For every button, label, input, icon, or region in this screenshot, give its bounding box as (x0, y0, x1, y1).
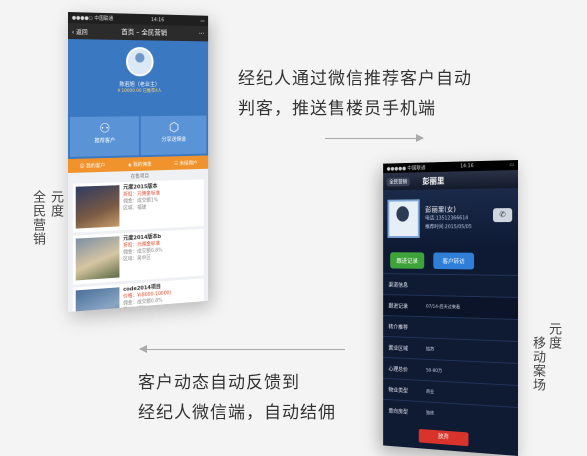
tab-unsettled[interactable]: ☷ 未结佣户 (163, 159, 208, 167)
right-side-label: 元度 (546, 322, 561, 350)
customer-transfer-button[interactable]: 客户转访 (433, 252, 474, 269)
status-time: 14:16 (151, 17, 164, 23)
carrier-signal: ●●●●○ 中国联通 (72, 14, 113, 22)
tag-icon: ⬡ (141, 121, 207, 135)
recommend-date: 推荐时间:2015/05/05 (425, 223, 472, 232)
follow-record-button[interactable]: 跟进记录 (390, 252, 424, 269)
battery-icon: ▭ (200, 18, 204, 24)
nav-bar: 全民营销 彭丽里 (383, 170, 518, 190)
profile-header: 陈若旭（老业主） ¥ 10000.00 已推荐4人 (68, 39, 208, 117)
recommend-customer-button[interactable]: ⚇ 推荐客户 (70, 116, 139, 157)
abandon-button[interactable]: 放弃 (419, 429, 469, 446)
right-arrow-icon (325, 138, 423, 139)
back-button[interactable]: 全民营销 (387, 177, 410, 186)
share-commission-button[interactable]: ⬡ 分享送佣金 (141, 116, 207, 156)
left-side-label: 元度 (48, 190, 63, 218)
users-icon: ⚇ (70, 122, 139, 137)
project-thumbnail (76, 185, 120, 228)
left-phone-screenshot: ●●●●○ 中国联通 14:16 ▭ ‹ 返回 首页 – 全民营销 ··· 陈若… (68, 12, 208, 312)
tab-my-customers[interactable]: ☺ 我的客户 (68, 161, 116, 169)
right-phone-screenshot: ●●●●● 中国联通 14:16 ▭ 全民营销 彭丽里 彭丽里(女) 电话:13… (383, 160, 518, 456)
left-side-label-2: 全民营销 (30, 190, 45, 246)
customer-name: 彭丽里(女) (425, 205, 472, 214)
avatar (388, 199, 420, 238)
back-button[interactable]: ‹ 返回 (72, 27, 88, 36)
list-item[interactable]: 元度2014版本b 折扣：元佣金标准 佣金：成交额0.8% 区域：吴中区 (73, 229, 204, 285)
list-item[interactable]: code2014项目 价格：¥(8000-10000) 佣金：成交额0.8% 区… (73, 278, 204, 312)
action-tiles: ⚇ 推荐客户 ⬡ 分享送佣金 (68, 116, 208, 159)
battery-icon: ▭ (510, 162, 515, 168)
list-item[interactable]: 元度2015版本 折扣：元佣金标准 佣金：成交额1% 区域：福建 (73, 179, 204, 232)
page-title: 彭丽里 (422, 175, 444, 186)
avatar (126, 47, 154, 76)
status-time: 14:16 (460, 163, 473, 169)
phone-icon[interactable]: ✆ (493, 208, 512, 222)
project-thumbnail (76, 287, 120, 312)
tab-my-commission[interactable]: ◈ 我的佣金 (116, 160, 163, 168)
page-title: 首页 – 全民营销 (121, 27, 167, 38)
left-arrow-icon (140, 349, 345, 350)
bottom-caption: 客户动态自动反馈到 经纪人微信端，自动结佣 (138, 368, 336, 428)
top-caption: 经纪人通过微信推荐客户自动 判客，推送售楼员手机端 (238, 64, 472, 124)
user-amount: ¥ 10000.00 已推荐4人 (68, 88, 208, 94)
user-name: 陈若旭（老业主） (68, 80, 208, 88)
carrier-signal: ●●●●● 中国联通 (387, 164, 426, 172)
action-buttons: 跟进记录 客户转访 (383, 247, 518, 275)
project-thumbnail (76, 236, 120, 280)
info-row[interactable]: 渠道信息 (383, 273, 518, 297)
more-icon[interactable]: ··· (199, 30, 205, 38)
customer-profile: 彭丽里(女) 电话:13512366614 推荐时间:2015/05/05 ✆ (383, 188, 518, 248)
right-side-label-2: 移动案场 (530, 336, 545, 392)
customer-phone: 电话:13512366614 (425, 214, 472, 223)
